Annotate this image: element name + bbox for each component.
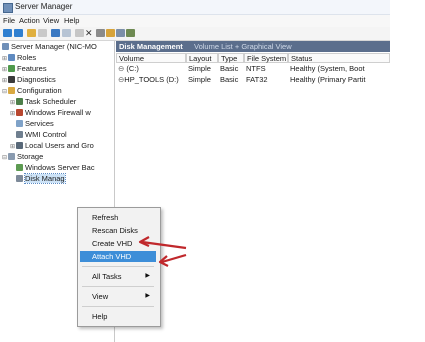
annotation-arrows [138,236,187,267]
arrow-icon [138,236,187,250]
server-manager-window: Server Manager File Action View Help ✕ S… [0,0,390,342]
arrow-icon [158,253,187,267]
